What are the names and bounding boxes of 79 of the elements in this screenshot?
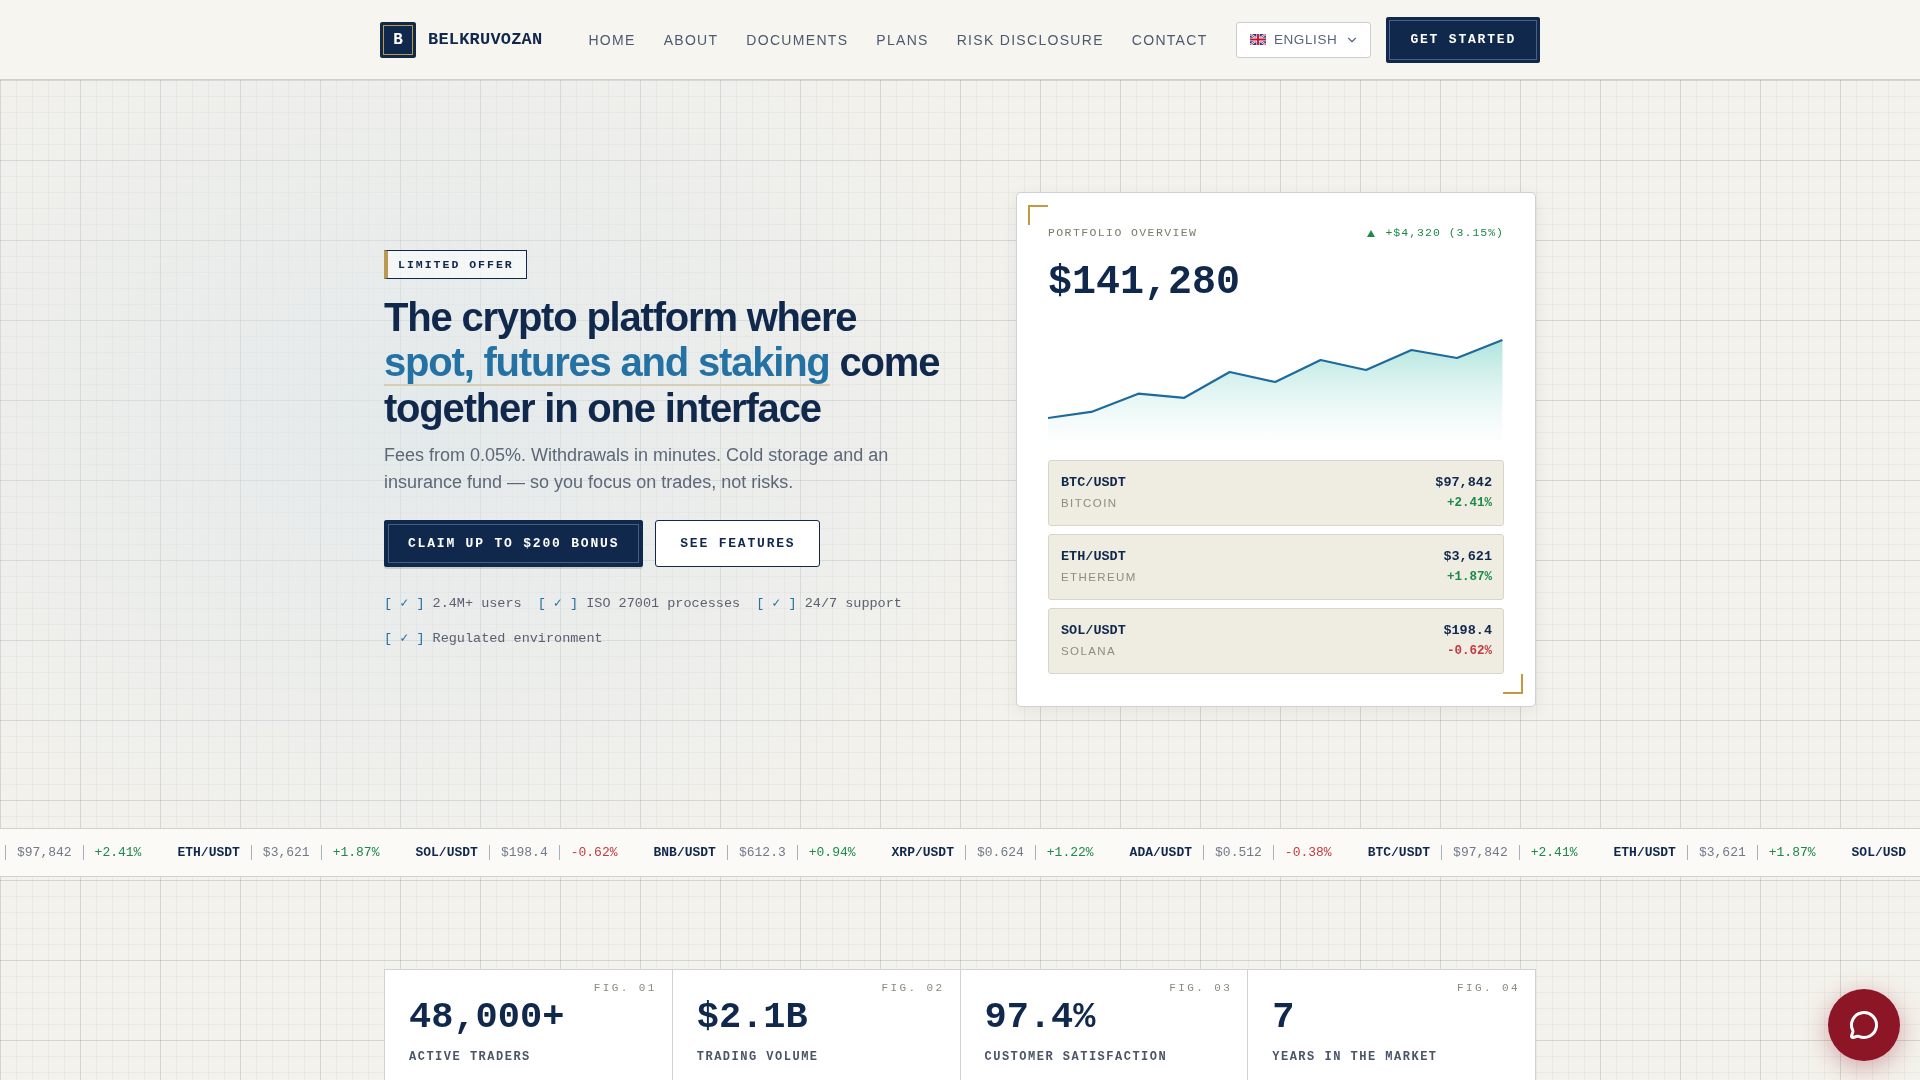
ticker-pair: SOL/USD (1851, 843, 1907, 862)
asset-price: $3,621 (1443, 548, 1492, 565)
stat-label: CUSTOMER SATISFACTION (984, 1050, 1168, 1064)
feature-label: 2.4M+ users (432, 595, 522, 614)
ticker-price: $198.4 (500, 843, 548, 862)
card-title: PORTFOLIO OVERVIEW (1048, 226, 1198, 240)
asset-name: ETHEREUM (1061, 570, 1137, 585)
corner-bracket-icon (1028, 205, 1048, 225)
nav-link[interactable]: ABOUT (663, 31, 719, 48)
figure-label: FIG. 01 (593, 981, 657, 995)
asset-name: BITCOIN (1061, 496, 1118, 511)
nav-link[interactable]: DOCUMENTS (746, 31, 849, 48)
ticker-change: -0.62% (570, 843, 618, 862)
nav-link[interactable]: PLANS (876, 31, 929, 48)
ticker-pair: ETH/USDT (1613, 843, 1676, 862)
ticker-price: $97,842 (1453, 843, 1508, 862)
feature-label: 24/7 support (804, 595, 902, 614)
check-symbol: [ ✓ ] (537, 595, 579, 614)
ticker-price: $3,621 (262, 843, 310, 862)
nav-link[interactable]: RISK DISCLOSURE (956, 31, 1104, 48)
stat-label: ACTIVE TRADERS (409, 1050, 531, 1064)
asset-pair: ETH/USDT (1061, 548, 1126, 565)
portfolio-value: $141,280 (1048, 259, 1242, 307)
asset-change: +1.87% (1447, 569, 1492, 585)
stat-label: YEARS IN THE MARKET (1272, 1050, 1438, 1064)
ticker-change: +1.87% (1768, 843, 1816, 862)
ticker-price: $0.624 (977, 843, 1024, 862)
ticker-price: $97,842 (17, 843, 72, 862)
figure-label: FIG. 03 (1169, 981, 1233, 995)
asset-price: $97,842 (1435, 474, 1492, 491)
check-symbol: [ ✓ ] (756, 595, 797, 614)
asset-change: +2.41% (1447, 495, 1492, 511)
ticker-pair: ADA/USDT (1129, 843, 1193, 862)
figure-label: FIG. 02 (881, 981, 945, 995)
ticker-change: -0.38% (1284, 843, 1332, 862)
ticker-pair: BTC/USDT (1367, 843, 1431, 862)
asset-name: SOLANA (1061, 644, 1117, 659)
ticker-change: +2.41% (94, 843, 142, 862)
stat-label: TRADING VOLUME (696, 1050, 819, 1064)
nav-link[interactable]: CONTACT (1131, 31, 1208, 48)
portfolio-change: +$4,320 (3.15%) (1385, 226, 1504, 240)
ticker-price: $0.512 (1215, 843, 1262, 862)
see-features-button[interactable]: SEE FEATURES (655, 520, 821, 568)
language-selector[interactable]: ENGLISH (1235, 21, 1372, 58)
stat-value: 7 (1272, 995, 1295, 1039)
asset-change: -0.62% (1447, 643, 1492, 659)
ticker-pair: ETH/USDT (177, 843, 240, 862)
get-started-button[interactable]: GET STARTED (1386, 16, 1540, 63)
chat-button[interactable] (1828, 989, 1900, 1061)
stat-value: $2.1B (696, 995, 808, 1039)
logo-mark: B (380, 21, 416, 58)
offer-badge: LIMITED OFFER (384, 249, 527, 279)
asset-pair: BTC/USDT (1061, 474, 1126, 491)
ticker-pair: SOL/USDT (415, 843, 478, 862)
ticker-price: $3,621 (1698, 843, 1746, 862)
ticker-change: +1.22% (1046, 843, 1094, 862)
ticker-change: +0.94% (808, 843, 856, 862)
corner-bracket-icon (1503, 674, 1523, 694)
figure-label: FIG. 04 (1457, 981, 1520, 995)
claim-bonus-button[interactable]: CLAIM UP TO $200 BONUS (384, 520, 644, 568)
brand-name: BELKRUVOZAN (428, 30, 543, 49)
uk-flag-icon (1249, 34, 1266, 45)
chat-bubble-icon (1849, 1010, 1879, 1040)
ticker-price: $612.3 (738, 843, 786, 862)
check-symbol: [ ✓ ] (384, 630, 425, 649)
nav-link[interactable]: HOME (588, 31, 636, 48)
ticker-change: +2.41% (1530, 843, 1578, 862)
feature-label: ISO 27001 processes (586, 595, 741, 614)
ticker-pair: XRP/USDT (891, 843, 954, 862)
stat-value: 97.4% (984, 995, 1096, 1039)
feature-label: Regulated environment (432, 630, 603, 649)
asset-price: $198.4 (1443, 622, 1492, 639)
ticker-change: +1.87% (332, 843, 380, 862)
stat-value: 48,000+ (409, 995, 565, 1039)
hero-description: Fees from 0.05%. Withdrawals in minutes. Cold storage and an insurance fund — so you focus on trades, not risks. (384, 444, 890, 495)
asset-pair: SOL/USDT (1061, 622, 1126, 639)
hero-heading: The crypto platform where spot, futures and staking come together in one interface (384, 294, 941, 432)
ticker-pair: BNB/USDT (653, 843, 716, 862)
check-symbol: [ ✓ ] (384, 595, 425, 614)
